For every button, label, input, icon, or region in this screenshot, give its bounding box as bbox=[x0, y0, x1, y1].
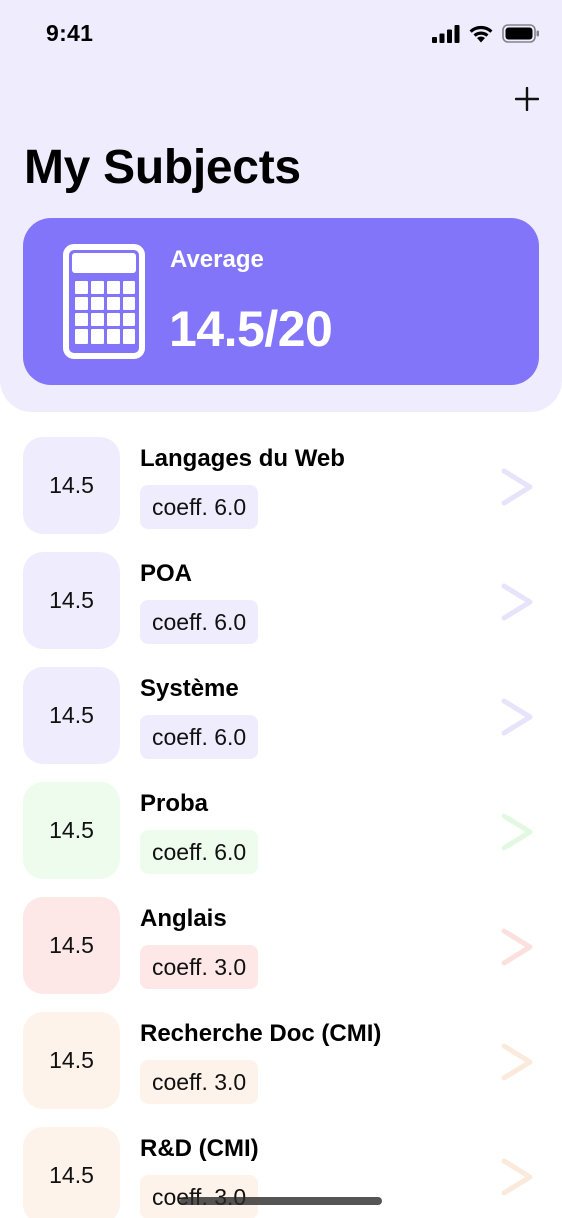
grade-box: 14.5 bbox=[23, 1127, 120, 1218]
subject-name: Anglais bbox=[140, 905, 227, 932]
chevron-right-icon bbox=[501, 583, 533, 621]
subject-name: Système bbox=[140, 675, 239, 702]
chevron-right-icon bbox=[501, 468, 533, 506]
page-title: My Subjects bbox=[24, 141, 301, 194]
screen: 9:41 My Subjects Average 14.5/20 14.5 La… bbox=[0, 0, 562, 1218]
subject-row[interactable]: 14.5 Langages du Web coeff. 6.0 bbox=[23, 437, 543, 535]
coeff-badge: coeff. 6.0 bbox=[140, 715, 259, 759]
subject-name: Proba bbox=[140, 790, 209, 817]
coeff-badge: coeff. 3.0 bbox=[140, 945, 259, 989]
add-subject-button[interactable] bbox=[510, 82, 544, 116]
header: 9:41 My Subjects Average 14.5/20 bbox=[0, 0, 562, 412]
grade-box: 14.5 bbox=[23, 782, 120, 879]
subject-row[interactable]: 14.5 Proba coeff. 6.0 bbox=[23, 782, 543, 880]
subject-name: R&D (CMI) bbox=[140, 1135, 259, 1162]
subject-name: Langages du Web bbox=[140, 445, 345, 472]
grade-box: 14.5 bbox=[23, 437, 120, 534]
chevron-right-icon bbox=[501, 813, 533, 851]
subject-name: Recherche Doc (CMI) bbox=[140, 1020, 382, 1047]
subject-row[interactable]: 14.5 Recherche Doc (CMI) coeff. 3.0 bbox=[23, 1012, 543, 1110]
average-value: 14.5/20 bbox=[169, 301, 333, 357]
coeff-badge: coeff. 3.0 bbox=[140, 1060, 259, 1104]
average-card: Average 14.5/20 bbox=[23, 218, 539, 385]
battery-icon bbox=[502, 24, 539, 43]
grade-box: 14.5 bbox=[23, 897, 120, 994]
status-time: 9:41 bbox=[46, 20, 94, 46]
coeff-badge: coeff. 6.0 bbox=[140, 830, 259, 874]
grade-box: 14.5 bbox=[23, 667, 120, 764]
calculator-icon bbox=[63, 244, 145, 359]
wifi-icon bbox=[469, 25, 493, 43]
chevron-right-icon bbox=[501, 698, 533, 736]
subject-row[interactable]: 14.5 Anglais coeff. 3.0 bbox=[23, 897, 543, 995]
coeff-badge: coeff. 6.0 bbox=[140, 600, 259, 644]
grade-box: 14.5 bbox=[23, 1012, 120, 1109]
coeff-badge: coeff. 6.0 bbox=[140, 485, 259, 529]
status-icons bbox=[432, 24, 540, 43]
grade-box: 14.5 bbox=[23, 552, 120, 649]
subject-row[interactable]: 14.5 Système coeff. 6.0 bbox=[23, 667, 543, 765]
chevron-right-icon bbox=[501, 928, 533, 966]
chevron-right-icon bbox=[501, 1158, 533, 1196]
home-indicator[interactable] bbox=[180, 1197, 382, 1205]
plus-icon bbox=[515, 87, 539, 111]
average-label: Average bbox=[170, 246, 264, 273]
chevron-right-icon bbox=[501, 1043, 533, 1081]
cellular-signal-icon bbox=[432, 24, 460, 43]
subject-name: POA bbox=[140, 560, 193, 587]
subject-row[interactable]: 14.5 POA coeff. 6.0 bbox=[23, 552, 543, 650]
